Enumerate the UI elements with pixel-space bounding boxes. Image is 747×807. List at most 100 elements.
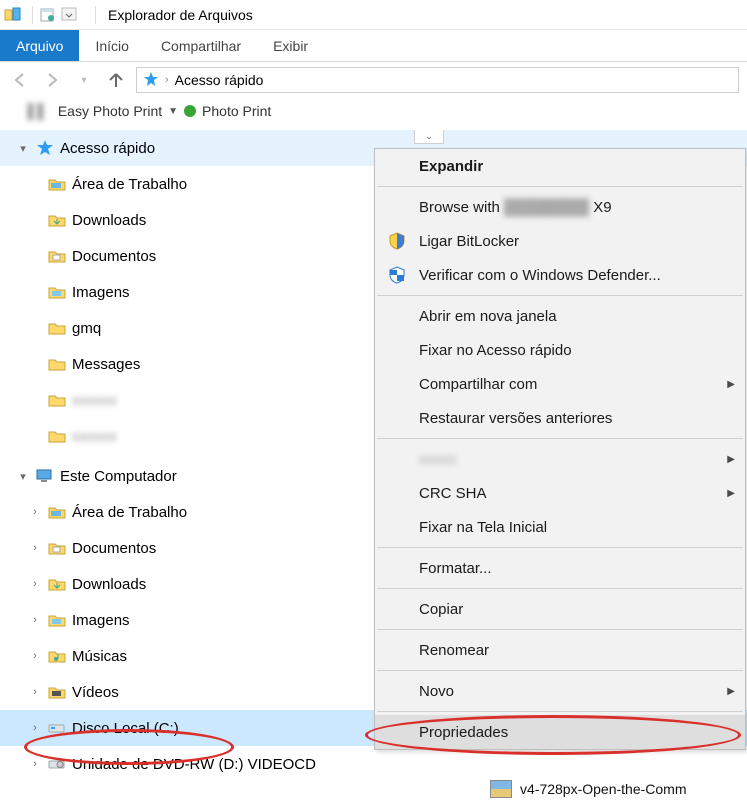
chevron-right-icon[interactable]: › bbox=[28, 649, 42, 663]
file-name: v4-728px-Open-the-Comm bbox=[520, 781, 687, 797]
folder-icon bbox=[48, 319, 66, 337]
menu-separator bbox=[377, 670, 743, 671]
ctx-share-with[interactable]: Compartilhar com▶ bbox=[375, 367, 745, 401]
tree-label: Área de Trabalho bbox=[72, 176, 187, 193]
ribbon-expand-caret[interactable]: ⌄ bbox=[414, 130, 444, 144]
extra-toolbar: ▌▌ Easy Photo Print ▼ Photo Print bbox=[0, 98, 747, 124]
menu-separator bbox=[377, 295, 743, 296]
ctx-hidden[interactable]: xxxxx▶ bbox=[375, 442, 745, 476]
ctx-format[interactable]: Formatar... bbox=[375, 551, 745, 585]
chevron-right-icon[interactable]: › bbox=[28, 721, 42, 735]
tab-file[interactable]: Arquivo bbox=[0, 30, 79, 61]
folder-icon bbox=[48, 647, 66, 665]
folder-icon bbox=[48, 283, 66, 301]
ctx-defender[interactable]: Verificar com o Windows Defender... bbox=[375, 258, 745, 292]
chevron-right-icon[interactable]: › bbox=[28, 541, 42, 555]
menu-separator bbox=[377, 438, 743, 439]
address-bar: ▾ › Acesso rápido bbox=[0, 62, 747, 98]
ctx-copy[interactable]: Copiar bbox=[375, 592, 745, 626]
submenu-arrow-icon: ▶ bbox=[727, 454, 735, 465]
tab-share[interactable]: Compartilhar bbox=[145, 30, 257, 61]
menu-separator bbox=[377, 588, 743, 589]
menu-separator bbox=[377, 711, 743, 712]
context-menu: Expandir Browse with ████████ X9 Ligar B… bbox=[374, 148, 746, 750]
properties-qat-icon[interactable] bbox=[39, 6, 57, 24]
chevron-right-icon[interactable]: › bbox=[28, 685, 42, 699]
back-button[interactable] bbox=[8, 68, 32, 92]
forward-button[interactable] bbox=[40, 68, 64, 92]
qat-dropdown-icon[interactable] bbox=[61, 6, 79, 24]
chevron-down-icon[interactable]: ▾ bbox=[16, 469, 30, 483]
tree-label: Acesso rápido bbox=[60, 140, 155, 157]
window-title: Explorador de Arquivos bbox=[108, 7, 253, 23]
tree-label: gmq bbox=[72, 320, 101, 337]
folder-icon bbox=[48, 175, 66, 193]
ctx-new[interactable]: Novo▶ bbox=[375, 674, 745, 708]
chevron-right-icon[interactable]: › bbox=[28, 757, 42, 771]
tree-label: Vídeos bbox=[72, 684, 119, 701]
titlebar-separator bbox=[95, 6, 96, 24]
titlebar: Explorador de Arquivos bbox=[0, 0, 747, 30]
submenu-arrow-icon: ▶ bbox=[727, 488, 735, 499]
submenu-arrow-icon: ▶ bbox=[727, 379, 735, 390]
chevron-down-icon[interactable]: ▾ bbox=[16, 141, 30, 155]
tree-label: Músicas bbox=[72, 648, 127, 665]
tree-label: Messages bbox=[72, 356, 140, 373]
image-thumbnail-icon bbox=[490, 780, 512, 798]
defender-icon bbox=[387, 265, 407, 285]
ctx-pin-quick[interactable]: Fixar no Acesso rápido bbox=[375, 333, 745, 367]
menu-separator bbox=[377, 629, 743, 630]
ctx-bitlocker[interactable]: Ligar BitLocker bbox=[375, 224, 745, 258]
vendor-icon: ▌▌ bbox=[28, 103, 48, 119]
titlebar-separator bbox=[32, 6, 33, 24]
ribbon-tabs: Arquivo Início Compartilhar Exibir bbox=[0, 30, 747, 62]
breadcrumb-separator: › bbox=[165, 74, 169, 86]
folder-icon bbox=[48, 503, 66, 521]
folder-icon bbox=[48, 247, 66, 265]
tree-label: Documentos bbox=[72, 540, 156, 557]
ctx-properties[interactable]: Propriedades bbox=[375, 715, 745, 749]
quick-access-star-icon bbox=[143, 71, 159, 90]
menu-separator bbox=[377, 186, 743, 187]
folder-icon bbox=[48, 391, 66, 409]
up-button[interactable] bbox=[104, 68, 128, 92]
tab-view[interactable]: Exibir bbox=[257, 30, 324, 61]
file-item[interactable]: v4-728px-Open-the-Comm bbox=[490, 780, 687, 798]
tree-label: Imagens bbox=[72, 284, 130, 301]
app-icon bbox=[4, 6, 22, 24]
address-box[interactable]: › Acesso rápido bbox=[136, 67, 739, 93]
folder-icon bbox=[48, 211, 66, 229]
ctx-browse-with[interactable]: Browse with ████████ X9 bbox=[375, 190, 745, 224]
menu-separator bbox=[377, 547, 743, 548]
tree-label: Este Computador bbox=[60, 468, 177, 485]
tab-home[interactable]: Início bbox=[79, 30, 144, 61]
tree-label: Downloads bbox=[72, 576, 146, 593]
folder-icon bbox=[48, 611, 66, 629]
pc-icon bbox=[36, 467, 54, 485]
breadcrumb-location[interactable]: Acesso rápido bbox=[175, 72, 264, 88]
easy-photo-print[interactable]: Easy Photo Print bbox=[58, 103, 162, 119]
photo-print[interactable]: Photo Print bbox=[202, 103, 271, 119]
tree-label: xxxxxx bbox=[72, 392, 117, 409]
submenu-arrow-icon: ▶ bbox=[727, 686, 735, 697]
tree-dvd-drive[interactable]: › Unidade de DVD-RW (D:) VIDEOCD bbox=[0, 746, 747, 782]
shield-icon bbox=[387, 231, 407, 251]
chevron-right-icon[interactable]: › bbox=[28, 505, 42, 519]
ctx-rename[interactable]: Renomear bbox=[375, 633, 745, 667]
ctx-pin-start[interactable]: Fixar na Tela Inicial bbox=[375, 510, 745, 544]
drive-icon bbox=[48, 719, 66, 737]
star-icon bbox=[36, 139, 54, 157]
dropdown-caret-icon[interactable]: ▼ bbox=[168, 106, 178, 117]
recent-dropdown[interactable]: ▾ bbox=[72, 68, 96, 92]
chevron-right-icon[interactable]: › bbox=[28, 577, 42, 591]
ctx-crc-sha[interactable]: CRC SHA▶ bbox=[375, 476, 745, 510]
dvd-icon bbox=[48, 755, 66, 773]
folder-icon bbox=[48, 427, 66, 445]
tree-label: Unidade de DVD-RW (D:) VIDEOCD bbox=[72, 756, 316, 773]
green-dot-icon bbox=[184, 105, 196, 117]
ctx-new-window[interactable]: Abrir em nova janela bbox=[375, 299, 745, 333]
ctx-restore-versions[interactable]: Restaurar versões anteriores bbox=[375, 401, 745, 435]
tree-label: Documentos bbox=[72, 248, 156, 265]
ctx-expand[interactable]: Expandir bbox=[375, 149, 745, 183]
chevron-right-icon[interactable]: › bbox=[28, 613, 42, 627]
